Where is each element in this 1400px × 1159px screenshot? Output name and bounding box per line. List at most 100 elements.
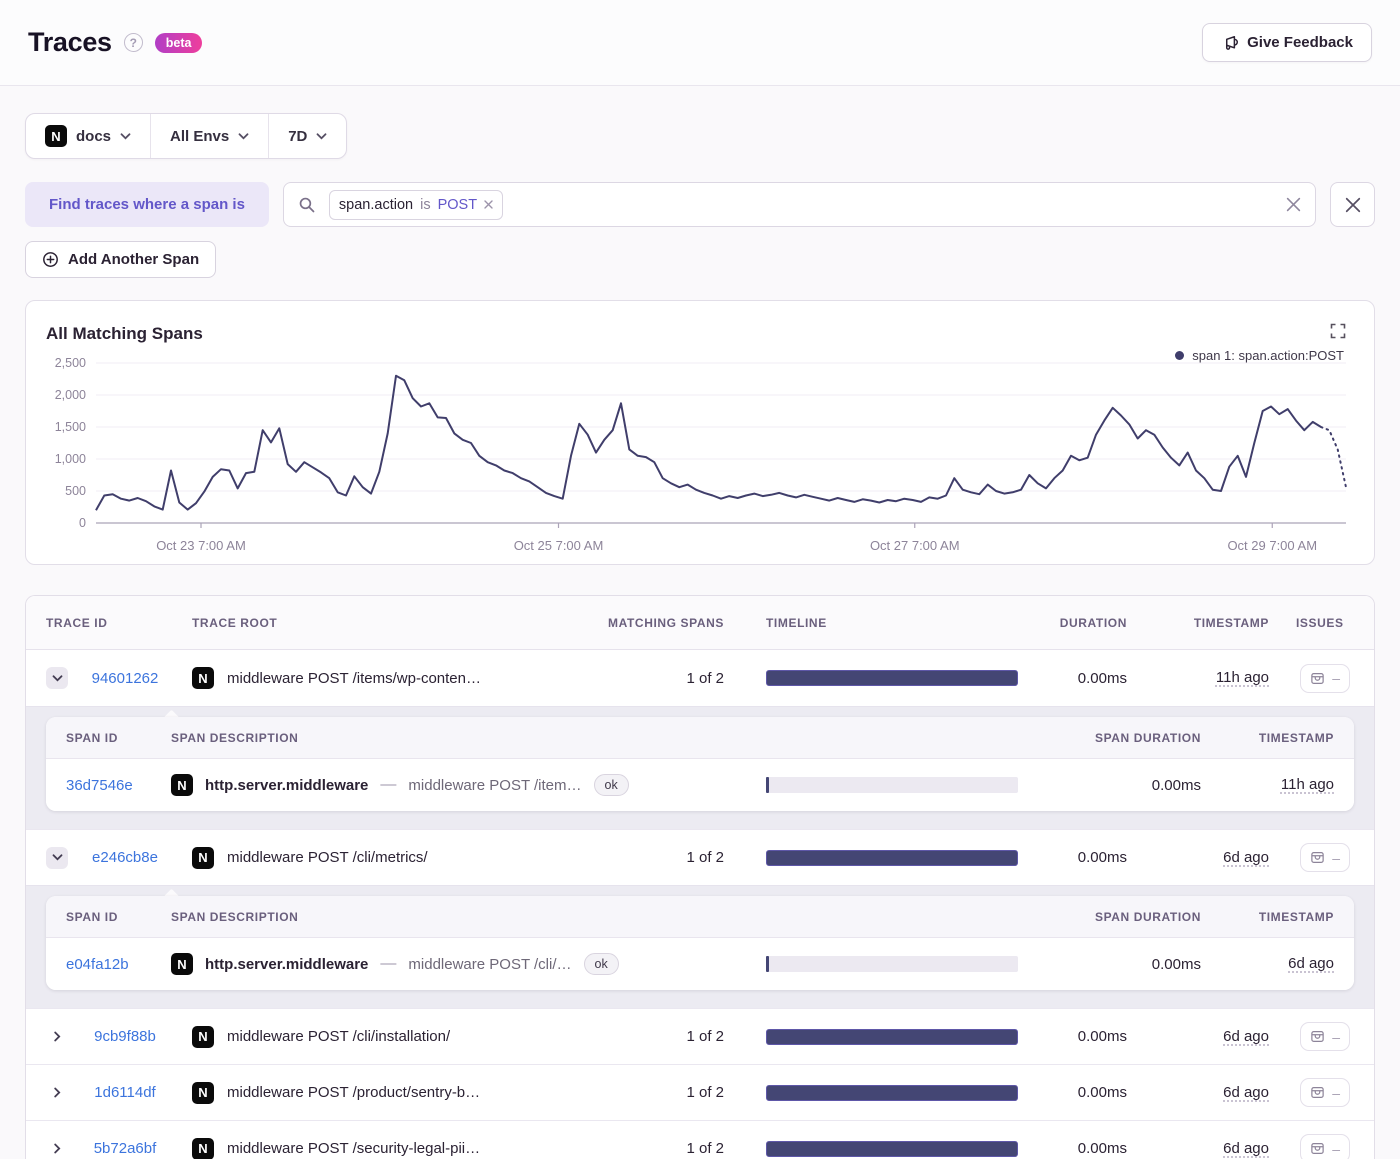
spans-chart[interactable]: 0 500 1,000 1,500 2,000 2,500 Oct 23 7:00 AM Oc… — [26, 347, 1374, 562]
svg-text:2,500: 2,500 — [55, 356, 86, 370]
environment-filter[interactable]: All Envs — [150, 114, 268, 158]
clear-icon — [1286, 197, 1301, 212]
col-header-span-duration: Span Duration — [1094, 730, 1201, 745]
span-timeline-bar[interactable] — [766, 777, 1018, 793]
expand-toggle[interactable] — [46, 1026, 68, 1048]
issues-chip: – — [1300, 1022, 1350, 1051]
issues-chip: – — [1300, 1078, 1350, 1107]
nextjs-project-icon: N — [192, 1081, 214, 1104]
span-description-label: middleware POST /cli/… — [408, 955, 572, 973]
clear-search-button[interactable] — [1286, 197, 1301, 212]
table-row[interactable]: 94601262 N middleware POST /items/wp-con… — [26, 650, 1374, 706]
duration-value: 0.00ms — [1077, 1028, 1127, 1045]
col-header-span-id: Span ID — [66, 909, 118, 924]
table-row[interactable]: 9cb9f88b N middleware POST /cli/installa… — [26, 1008, 1374, 1064]
span-table-header: Span ID Span Description Span Duration T… — [46, 896, 1354, 938]
add-another-span-button[interactable]: Add Another Span — [25, 241, 217, 278]
matching-spans-count: 1 of 2 — [686, 1028, 724, 1045]
col-header-matching-spans: Matching Spans — [608, 615, 724, 630]
col-header-issues: Issues — [1296, 615, 1344, 630]
issues-chip: – — [1300, 663, 1350, 693]
svg-text:Oct 25 7:00 AM: Oct 25 7:00 AM — [514, 538, 604, 553]
col-header-span-duration: Span Duration — [1094, 909, 1201, 924]
trace-id-link[interactable]: 1d6114df — [74, 1084, 176, 1101]
issues-box-icon — [1311, 672, 1324, 684]
timeline-bar[interactable] — [766, 670, 1018, 686]
nextjs-project-icon: N — [192, 1025, 214, 1048]
matching-spans-count: 1 of 2 — [686, 849, 724, 866]
timestamp-value[interactable]: 6d ago — [1223, 849, 1269, 866]
span-row[interactable]: e04fa12b N http.server.middleware — midd… — [46, 938, 1354, 990]
issues-chip: – — [1300, 843, 1350, 872]
duration-value: 0.00ms — [1077, 849, 1127, 866]
col-header-timestamp: Timestamp — [1193, 615, 1269, 630]
chevron-down-icon — [52, 854, 62, 861]
chevron-right-icon — [53, 1143, 60, 1154]
span-id-link[interactable]: e04fa12b — [66, 956, 171, 973]
chevron-down-icon — [120, 132, 131, 139]
span-timestamp-value[interactable]: 11h ago — [1281, 776, 1334, 793]
span-timeline-bar[interactable] — [766, 956, 1018, 972]
chevron-down-icon — [52, 674, 62, 681]
close-icon — [1345, 197, 1360, 212]
matching-spans-count: 1 of 2 — [686, 1140, 724, 1157]
expand-toggle[interactable] — [46, 846, 68, 869]
timestamp-value[interactable]: 6d ago — [1223, 1140, 1269, 1157]
trace-id-link[interactable]: 9cb9f88b — [74, 1028, 176, 1045]
timestamp-value[interactable]: 11h ago — [1216, 669, 1269, 686]
trace-id-link[interactable]: 94601262 — [74, 670, 176, 687]
nextjs-project-icon: N — [192, 846, 214, 869]
trace-root-label: middleware POST /product/sentry-b… — [227, 1084, 481, 1101]
table-row[interactable]: e246cb8e N middleware POST /cli/metrics/… — [26, 829, 1374, 885]
no-issues-dash: – — [1332, 670, 1340, 686]
plus-circle-icon — [43, 252, 58, 267]
timeline-bar[interactable] — [766, 1140, 1018, 1157]
chevron-right-icon — [53, 1031, 60, 1042]
nextjs-project-icon: N — [192, 1137, 214, 1159]
trace-root-label: middleware POST /security-legal-pii… — [227, 1140, 481, 1157]
expand-toggle[interactable] — [46, 667, 68, 689]
col-header-span-id: Span ID — [66, 730, 118, 745]
megaphone-icon — [1226, 36, 1239, 50]
svg-text:2,000: 2,000 — [55, 388, 86, 402]
nextjs-project-icon: N — [192, 667, 214, 689]
span-status-badge: ok — [583, 953, 619, 975]
span-timestamp-value[interactable]: 6d ago — [1288, 955, 1334, 972]
timestamp-value[interactable]: 6d ago — [1223, 1084, 1269, 1101]
spans-sub-panel: Span ID Span Description Span Duration T… — [46, 717, 1354, 811]
col-header-span-description: Span Description — [171, 730, 299, 745]
table-row[interactable]: 5b72a6bf N middleware POST /security-leg… — [26, 1120, 1374, 1159]
page-header: Traces ? beta Give Feedback — [0, 0, 1400, 86]
trace-id-link[interactable]: e246cb8e — [74, 849, 176, 866]
filter-token-span-action[interactable]: span.action is POST — [328, 189, 504, 220]
svg-text:500: 500 — [65, 484, 86, 498]
page-title: Traces — [28, 27, 112, 57]
give-feedback-button[interactable]: Give Feedback — [1202, 23, 1372, 62]
svg-text:0: 0 — [79, 516, 86, 530]
help-icon[interactable]: ? — [123, 33, 143, 52]
timestamp-value[interactable]: 6d ago — [1223, 1028, 1269, 1045]
expand-chart-button[interactable] — [1330, 323, 1346, 339]
span-row[interactable]: 36d7546e N http.server.middleware — midd… — [46, 759, 1354, 811]
token-key: span.action — [338, 196, 414, 213]
expand-toggle[interactable] — [46, 1138, 68, 1159]
timeline-bar[interactable] — [766, 1084, 1018, 1101]
duration-value: 0.00ms — [1077, 1084, 1127, 1101]
remove-span-row-button[interactable] — [1330, 182, 1375, 227]
expanded-spans-section: Span ID Span Description Span Duration T… — [26, 885, 1374, 1008]
span-search-input[interactable]: span.action is POST — [282, 182, 1316, 227]
remove-token-icon[interactable] — [484, 200, 493, 209]
span-table-header: Span ID Span Description Span Duration T… — [46, 717, 1354, 759]
table-row[interactable]: 1d6114df N middleware POST /product/sent… — [26, 1064, 1374, 1120]
expand-toggle[interactable] — [46, 1082, 68, 1104]
date-range-filter[interactable]: 7D — [268, 114, 346, 158]
timeline-bar[interactable] — [766, 1028, 1018, 1045]
timeline-bar[interactable] — [766, 849, 1018, 866]
trace-id-link[interactable]: 5b72a6bf — [74, 1140, 176, 1157]
table-header-row: Trace ID Trace Root Matching Spans Timel… — [26, 596, 1374, 650]
expanded-spans-section: Span ID Span Description Span Duration T… — [26, 706, 1374, 829]
span-duration-value: 0.00ms — [1151, 955, 1201, 973]
span-id-link[interactable]: 36d7546e — [66, 777, 171, 794]
no-issues-dash: – — [1332, 1140, 1340, 1157]
project-filter[interactable]: N docs — [26, 114, 150, 158]
